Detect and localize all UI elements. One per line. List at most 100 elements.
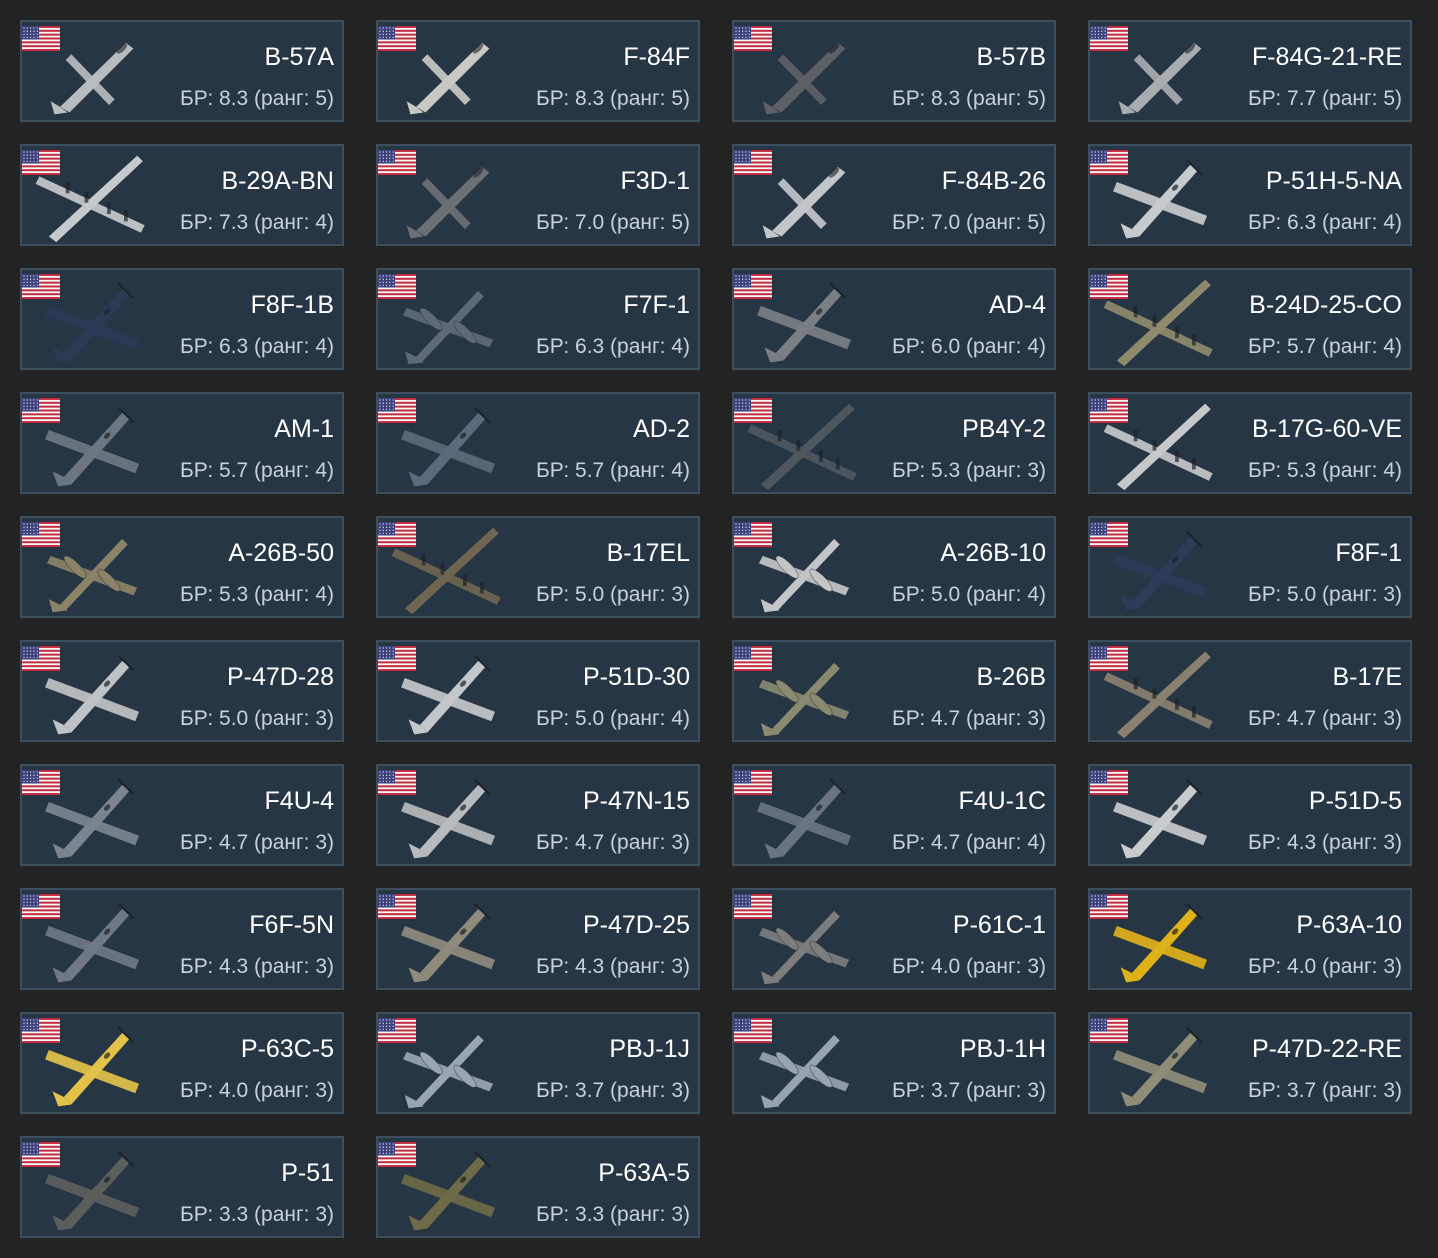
us-flag-icon <box>1090 894 1128 919</box>
us-flag-icon <box>734 1018 772 1043</box>
vehicle-name: P-47D-28 <box>227 663 334 691</box>
vehicle-card[interactable]: P-51 БР: 3.3 (ранг: 3) <box>20 1136 344 1238</box>
vehicle-card[interactable]: F4U-4 БР: 4.7 (ранг: 3) <box>20 764 344 866</box>
us-flag-icon <box>378 26 416 51</box>
us-flag-icon <box>1090 26 1128 51</box>
vehicle-card[interactable]: P-63A-10 БР: 4.0 (ранг: 3) <box>1088 888 1412 990</box>
vehicle-name: P-61C-1 <box>952 911 1046 939</box>
battle-rating: БР: 4.3 (ранг: 3) <box>1248 831 1402 854</box>
vehicle-card[interactable]: F6F-5N БР: 4.3 (ранг: 3) <box>20 888 344 990</box>
vehicle-card[interactable]: F3D-1 БР: 7.0 (ранг: 5) <box>376 144 700 246</box>
vehicle-card[interactable]: A-26B-10 БР: 5.0 (ранг: 4) <box>732 516 1056 618</box>
battle-rating: БР: 4.0 (ранг: 3) <box>1248 955 1402 978</box>
vehicle-card[interactable]: P-63C-5 БР: 4.0 (ранг: 3) <box>20 1012 344 1114</box>
vehicle-name: F4U-4 <box>264 787 334 815</box>
us-flag-icon <box>22 26 60 51</box>
vehicle-name: PB4Y-2 <box>962 415 1046 443</box>
vehicle-card[interactable]: P-47D-28 БР: 5.0 (ранг: 3) <box>20 640 344 742</box>
vehicle-card[interactable]: P-47N-15 БР: 4.7 (ранг: 3) <box>376 764 700 866</box>
vehicle-name: B-57A <box>264 43 334 71</box>
battle-rating: БР: 5.0 (ранг: 3) <box>536 583 690 606</box>
us-flag-icon <box>22 770 60 795</box>
vehicle-card[interactable]: P-51H-5-NA БР: 6.3 (ранг: 4) <box>1088 144 1412 246</box>
vehicle-card[interactable]: PBJ-1H БР: 3.7 (ранг: 3) <box>732 1012 1056 1114</box>
battle-rating: БР: 4.3 (ранг: 3) <box>536 955 690 978</box>
vehicle-card[interactable]: P-51D-30 БР: 5.0 (ранг: 4) <box>376 640 700 742</box>
vehicle-card[interactable]: P-47D-25 БР: 4.3 (ранг: 3) <box>376 888 700 990</box>
battle-rating: БР: 5.7 (ранг: 4) <box>180 459 334 482</box>
vehicle-name: P-51D-5 <box>1308 787 1402 815</box>
us-flag-icon <box>378 522 416 547</box>
us-flag-icon <box>1090 274 1128 299</box>
vehicle-card[interactable]: F4U-1C БР: 4.7 (ранг: 4) <box>732 764 1056 866</box>
vehicle-card[interactable]: P-63A-5 БР: 3.3 (ранг: 3) <box>376 1136 700 1238</box>
vehicle-name: AD-2 <box>633 415 690 443</box>
vehicle-name: P-47N-15 <box>583 787 690 815</box>
battle-rating: БР: 4.7 (ранг: 3) <box>892 707 1046 730</box>
vehicle-card[interactable]: F8F-1B БР: 6.3 (ранг: 4) <box>20 268 344 370</box>
vehicle-card[interactable]: B-26B БР: 4.7 (ранг: 3) <box>732 640 1056 742</box>
vehicle-name: PBJ-1J <box>609 1035 690 1063</box>
us-flag-icon <box>22 646 60 671</box>
vehicle-name: F7F-1 <box>623 291 690 319</box>
vehicle-card[interactable]: B-17E БР: 4.7 (ранг: 3) <box>1088 640 1412 742</box>
vehicle-card[interactable]: P-51D-5 БР: 4.3 (ранг: 3) <box>1088 764 1412 866</box>
vehicle-name: F4U-1C <box>958 787 1046 815</box>
vehicle-name: F-84B-26 <box>941 167 1046 195</box>
vehicle-card[interactable]: F-84G-21-RE БР: 7.7 (ранг: 5) <box>1088 20 1412 122</box>
vehicle-name: P-47D-25 <box>583 911 690 939</box>
us-flag-icon <box>734 398 772 423</box>
us-flag-icon <box>1090 1018 1128 1043</box>
vehicle-card[interactable]: PB4Y-2 БР: 5.3 (ранг: 3) <box>732 392 1056 494</box>
vehicle-name: A-26B-50 <box>228 539 334 567</box>
battle-rating: БР: 4.7 (ранг: 3) <box>1248 707 1402 730</box>
us-flag-icon <box>378 770 416 795</box>
vehicle-name: F6F-5N <box>249 911 334 939</box>
battle-rating: БР: 7.7 (ранг: 5) <box>1248 87 1402 110</box>
battle-rating: БР: 5.0 (ранг: 4) <box>536 707 690 730</box>
vehicle-card[interactable]: B-57A БР: 8.3 (ранг: 5) <box>20 20 344 122</box>
vehicle-card[interactable]: F-84B-26 БР: 7.0 (ранг: 5) <box>732 144 1056 246</box>
us-flag-icon <box>378 398 416 423</box>
battle-rating: БР: 5.0 (ранг: 3) <box>180 707 334 730</box>
vehicle-name: AM-1 <box>274 415 334 443</box>
battle-rating: БР: 3.3 (ранг: 3) <box>536 1203 690 1226</box>
vehicle-card[interactable]: F8F-1 БР: 5.0 (ранг: 3) <box>1088 516 1412 618</box>
vehicle-card[interactable]: B-24D-25-CO БР: 5.7 (ранг: 4) <box>1088 268 1412 370</box>
vehicle-name: P-63A-10 <box>1296 911 1402 939</box>
battle-rating: БР: 3.7 (ранг: 3) <box>892 1079 1046 1102</box>
battle-rating: БР: 4.7 (ранг: 3) <box>180 831 334 854</box>
us-flag-icon <box>378 894 416 919</box>
us-flag-icon <box>22 1142 60 1167</box>
us-flag-icon <box>734 150 772 175</box>
vehicle-name: F-84G-21-RE <box>1251 43 1402 71</box>
us-flag-icon <box>22 398 60 423</box>
vehicle-card[interactable]: AM-1 БР: 5.7 (ранг: 4) <box>20 392 344 494</box>
vehicle-card[interactable]: P-47D-22-RE БР: 3.7 (ранг: 3) <box>1088 1012 1412 1114</box>
battle-rating: БР: 4.7 (ранг: 3) <box>536 831 690 854</box>
vehicle-name: P-51D-30 <box>583 663 690 691</box>
vehicle-name: P-63C-5 <box>240 1035 334 1063</box>
battle-rating: БР: 3.7 (ранг: 3) <box>1248 1079 1402 1102</box>
vehicle-card[interactable]: A-26B-50 БР: 5.3 (ранг: 4) <box>20 516 344 618</box>
battle-rating: БР: 3.3 (ранг: 3) <box>180 1203 334 1226</box>
vehicle-card[interactable]: B-17G-60-VE БР: 5.3 (ранг: 4) <box>1088 392 1412 494</box>
vehicle-name: B-17G-60-VE <box>1251 415 1402 443</box>
us-flag-icon <box>378 150 416 175</box>
vehicle-card[interactable]: PBJ-1J БР: 3.7 (ранг: 3) <box>376 1012 700 1114</box>
vehicle-card[interactable]: B-29A-BN БР: 7.3 (ранг: 4) <box>20 144 344 246</box>
vehicle-name: P-51H-5-NA <box>1265 167 1402 195</box>
vehicle-card[interactable]: F-84F БР: 8.3 (ранг: 5) <box>376 20 700 122</box>
vehicle-name: B-17E <box>1332 663 1402 691</box>
vehicle-name: PBJ-1H <box>959 1035 1046 1063</box>
us-flag-icon <box>378 274 416 299</box>
vehicle-card[interactable]: B-17EL БР: 5.0 (ранг: 3) <box>376 516 700 618</box>
vehicle-card[interactable]: B-57B БР: 8.3 (ранг: 5) <box>732 20 1056 122</box>
vehicle-card[interactable]: AD-4 БР: 6.0 (ранг: 4) <box>732 268 1056 370</box>
vehicle-name: F8F-1B <box>250 291 334 319</box>
vehicle-card[interactable]: P-61C-1 БР: 4.0 (ранг: 3) <box>732 888 1056 990</box>
us-flag-icon <box>1090 646 1128 671</box>
vehicle-card[interactable]: F7F-1 БР: 6.3 (ранг: 4) <box>376 268 700 370</box>
vehicle-card[interactable]: AD-2 БР: 5.7 (ранг: 4) <box>376 392 700 494</box>
battle-rating: БР: 7.0 (ранг: 5) <box>892 211 1046 234</box>
